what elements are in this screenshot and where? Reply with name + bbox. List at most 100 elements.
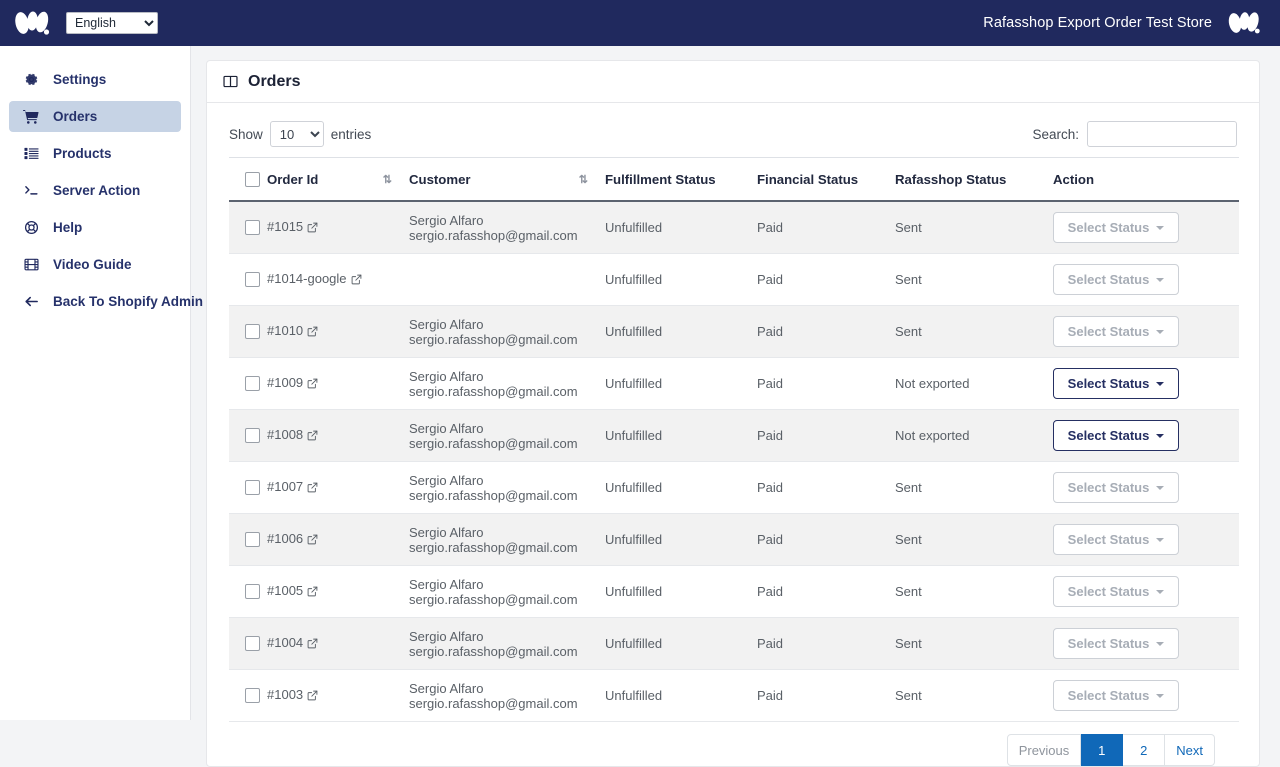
rafasshop-status-cell: Sent <box>895 461 1053 514</box>
sidebar-item-label: Settings <box>53 72 107 87</box>
customer-email: sergio.rafasshop@gmail.com <box>409 383 578 399</box>
rafasshop-status-cell: Not exported <box>895 357 1053 410</box>
row-checkbox[interactable] <box>245 376 260 391</box>
order-id-link[interactable]: #1015 <box>267 219 318 234</box>
sidebar-item-back-to-shopify-admin[interactable]: Back To Shopify Admin <box>9 286 203 317</box>
customer-name: Sergio Alfaro <box>409 420 484 436</box>
chevron-down-icon <box>1156 225 1165 230</box>
row-select-cell <box>229 357 267 410</box>
order-id-link[interactable]: #1007 <box>267 479 318 494</box>
row-checkbox[interactable] <box>245 636 260 651</box>
page-length-control: Show 102550100 entries <box>229 121 371 147</box>
rafasshop-status-cell: Sent <box>895 253 1053 306</box>
financial-status-cell: Paid <box>757 565 895 618</box>
order-id-link[interactable]: #1009 <box>267 375 318 390</box>
customer-email: sergio.rafasshop@gmail.com <box>409 227 578 243</box>
sidebar-item-server-action[interactable]: Server Action <box>9 175 181 206</box>
select-status-label: Select Status <box>1067 532 1150 547</box>
customer-cell: Sergio Alfaro sergio.rafasshop@gmail.com <box>409 201 605 254</box>
arrow-left-icon <box>22 293 40 311</box>
order-id-cell: #1004 <box>267 617 409 670</box>
store-name: Rafasshop Export Order Test Store <box>983 15 1212 31</box>
select-status-button: Select Status <box>1053 628 1179 659</box>
sidebar-item-video-guide[interactable]: Video Guide <box>9 249 181 280</box>
action-cell: Select Status <box>1053 669 1239 722</box>
table-row: #1003 Sergio Alfaro sergio.rafasshop@gmail… <box>229 669 1239 722</box>
sidebar-item-settings[interactable]: Settings <box>9 64 181 95</box>
sidebar-item-label: Orders <box>53 109 98 124</box>
lifebuoy-icon <box>22 219 40 237</box>
row-checkbox[interactable] <box>245 688 260 703</box>
rafasshop-status-cell: Sent <box>895 669 1053 722</box>
order-id-link[interactable]: #1014-google <box>267 271 362 286</box>
row-checkbox[interactable] <box>245 324 260 339</box>
order-id-link[interactable]: #1003 <box>267 687 318 702</box>
column-header-customer[interactable]: Customer ⇅ <box>409 157 605 202</box>
column-header-label: Customer <box>409 172 471 187</box>
rafasshop-status-cell: Sent <box>895 305 1053 358</box>
customer-email: sergio.rafasshop@gmail.com <box>409 695 578 711</box>
chevron-down-icon <box>1156 537 1165 542</box>
search-input[interactable] <box>1087 121 1237 147</box>
external-link-icon <box>307 481 318 496</box>
chevron-down-icon <box>1156 693 1165 698</box>
row-checkbox[interactable] <box>245 272 260 287</box>
select-status-button: Select Status <box>1053 524 1179 555</box>
select-all-checkbox[interactable] <box>245 172 260 187</box>
language-select[interactable]: English <box>66 12 158 34</box>
order-id-link[interactable]: #1008 <box>267 427 318 442</box>
row-select-cell <box>229 565 267 618</box>
column-header-label: Fulfillment Status <box>605 172 716 187</box>
sidebar-item-label: Back To Shopify Admin <box>53 294 204 309</box>
film-icon <box>22 256 40 274</box>
row-checkbox[interactable] <box>245 428 260 443</box>
column-header-label: Financial Status <box>757 172 859 187</box>
orders-table-head: Order Id ⇅ Customer ⇅ Fulfillment Status <box>229 157 1239 202</box>
pagination-button-1[interactable]: 1 <box>1081 734 1124 766</box>
select-status-button[interactable]: Select Status <box>1053 420 1179 451</box>
customer-name: Sergio Alfaro <box>409 368 484 384</box>
sidebar-item-products[interactable]: Products <box>9 138 181 169</box>
column-header-label: Action <box>1053 172 1095 187</box>
sidebar-item-help[interactable]: Help <box>9 212 181 243</box>
top-bar: English Rafasshop Export Order Test Stor… <box>0 0 1280 46</box>
customer-cell: Sergio Alfaro sergio.rafasshop@gmail.com <box>409 305 605 358</box>
pagination-button-2[interactable]: 2 <box>1123 734 1166 766</box>
financial-status-cell: Paid <box>757 617 895 670</box>
pagination: Previous 1 2 Next <box>229 722 1237 766</box>
main-content: Orders Show 102550100 entries Search: <box>192 46 1280 767</box>
select-status-button: Select Status <box>1053 576 1179 607</box>
row-checkbox[interactable] <box>245 584 260 599</box>
orders-table: Order Id ⇅ Customer ⇅ Fulfillment Status <box>229 157 1239 722</box>
column-header-order-id[interactable]: Order Id ⇅ <box>267 157 409 202</box>
order-id-link[interactable]: #1004 <box>267 635 318 650</box>
action-cell: Select Status <box>1053 617 1239 670</box>
order-id-link[interactable]: #1010 <box>267 323 318 338</box>
row-checkbox[interactable] <box>245 532 260 547</box>
sidebar-item-orders[interactable]: Orders <box>9 101 181 132</box>
fulfillment-status-cell: Unfulfilled <box>605 253 757 306</box>
select-status-label: Select Status <box>1067 376 1150 391</box>
list-icon <box>22 145 40 163</box>
row-checkbox[interactable] <box>245 220 260 235</box>
fulfillment-status-cell: Unfulfilled <box>605 565 757 618</box>
chevron-down-icon <box>1156 433 1165 438</box>
search-label: Search: <box>1032 126 1079 142</box>
select-status-button: Select Status <box>1053 212 1179 243</box>
select-status-button[interactable]: Select Status <box>1053 368 1179 399</box>
table-row: #1014-google Unfulfilled Paid Sent Select St… <box>229 253 1239 306</box>
order-id-cell: #1009 <box>267 357 409 410</box>
order-id-link[interactable]: #1006 <box>267 531 318 546</box>
customer-cell: Sergio Alfaro sergio.rafasshop@gmail.com <box>409 461 605 514</box>
fulfillment-status-cell: Unfulfilled <box>605 201 757 254</box>
customer-cell: Sergio Alfaro sergio.rafasshop@gmail.com <box>409 513 605 566</box>
fulfillment-status-cell: Unfulfilled <box>605 357 757 410</box>
column-header-label: Rafasshop Status <box>895 172 1007 187</box>
pagination-button-next[interactable]: Next <box>1165 734 1215 766</box>
page-title: Orders <box>248 72 301 90</box>
order-id-link[interactable]: #1005 <box>267 583 318 598</box>
select-status-button: Select Status <box>1053 316 1179 347</box>
row-select-cell <box>229 305 267 358</box>
page-length-select[interactable]: 102550100 <box>269 121 324 147</box>
row-checkbox[interactable] <box>245 480 260 495</box>
